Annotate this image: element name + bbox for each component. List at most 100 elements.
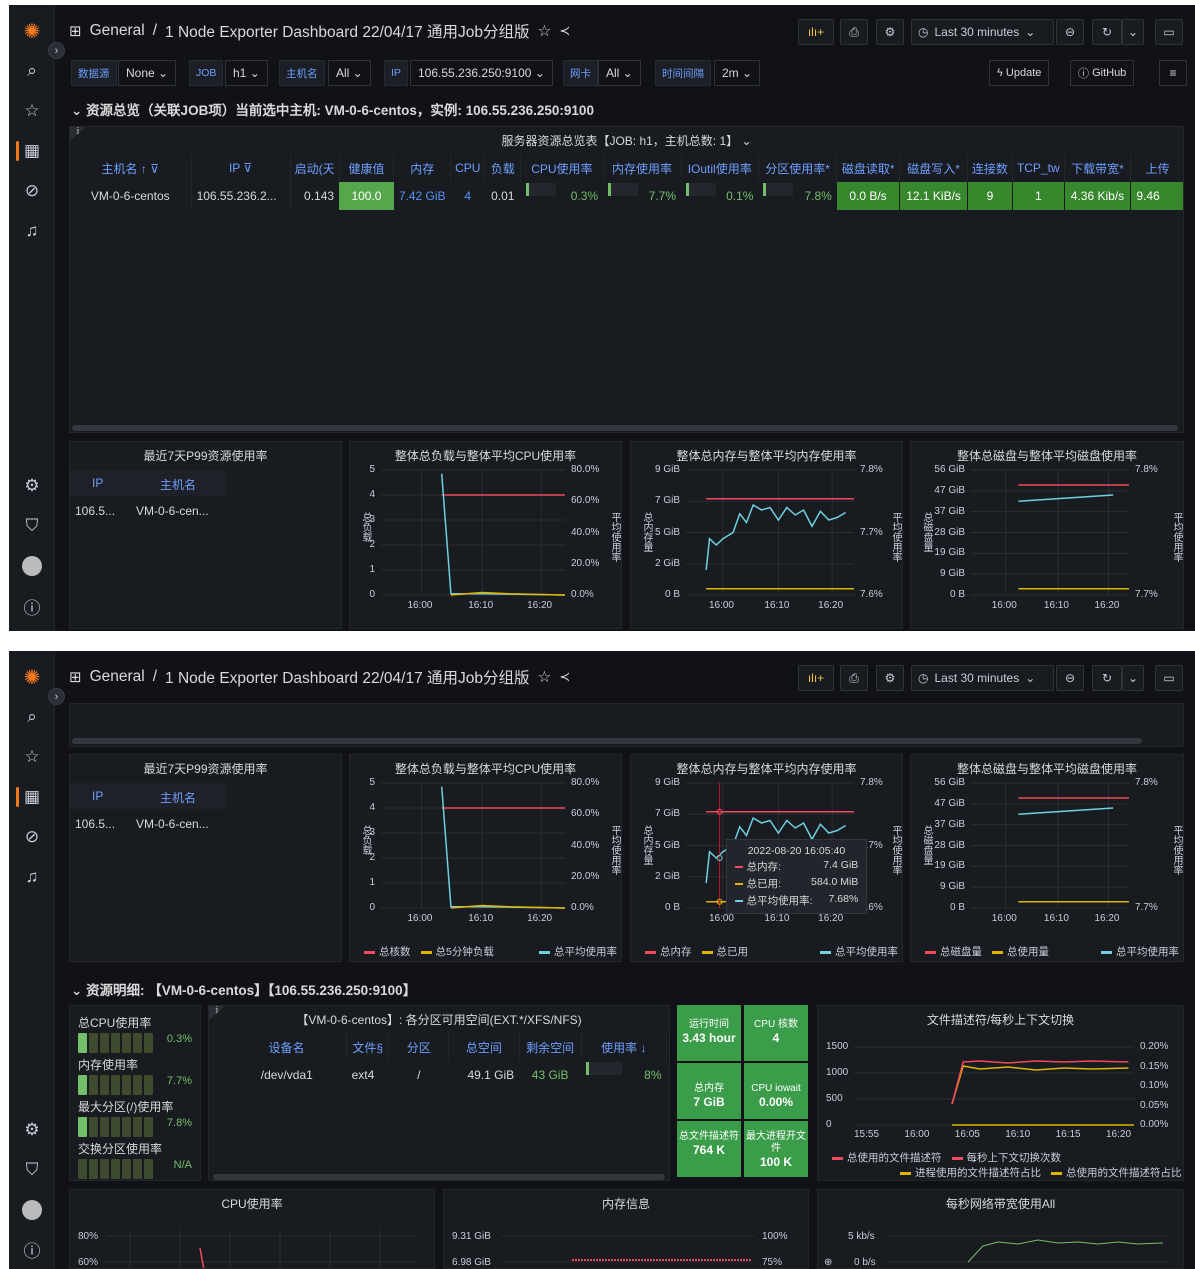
stat-tile[interactable]: CPU iowait 0.00% — [744, 1063, 808, 1119]
collapse-icon[interactable]: ⊕ — [824, 1257, 832, 1268]
col-header[interactable]: IOutil使用率 — [681, 154, 759, 182]
col-header[interactable]: 内存 — [393, 154, 452, 182]
filesystem-title[interactable]: 【VM-0-6-centos】: 各分区可用空间(EXT.*/XFS/NFS) — [209, 1011, 669, 1028]
alerting-icon[interactable]: ♫ — [20, 865, 44, 889]
p99-title[interactable]: 最近7天P99资源使用率 — [70, 447, 341, 464]
legend-item[interactable]: 总使用量 — [992, 944, 1049, 959]
col-header[interactable]: 分区 — [388, 1033, 450, 1061]
var-select-nic[interactable]: All ⌄ — [598, 60, 641, 86]
col-header[interactable]: IP ⊽ — [191, 154, 291, 182]
search-icon[interactable]: ⌕ — [20, 59, 44, 83]
col-header[interactable]: CPU使用率 — [520, 154, 604, 182]
legend-item[interactable]: 每秒上下文切换次数 — [951, 1150, 1061, 1165]
col-header[interactable]: 磁盘读取* — [836, 154, 901, 182]
update-link[interactable]: ϟ Update — [989, 60, 1050, 86]
col-header[interactable]: 下载带宽* — [1064, 154, 1132, 182]
col-header[interactable]: 设备名 — [227, 1033, 348, 1061]
col-header[interactable]: 磁盘写入* — [899, 154, 968, 182]
save-button[interactable]: ⎙ — [840, 19, 868, 45]
var-select-job[interactable]: h1 ⌄ — [225, 60, 268, 86]
menu-button[interactable]: ≡ — [1159, 60, 1187, 86]
legend-item[interactable]: 进程使用的文件描述符占比 — [900, 1165, 1041, 1180]
var-select-interval[interactable]: 2m ⌄ — [714, 60, 761, 86]
explore-icon[interactable]: ⊘ — [20, 179, 44, 203]
var-select-datasource[interactable]: None ⌄ — [118, 60, 177, 86]
col-header[interactable]: 健康值 — [339, 154, 395, 182]
star-icon[interactable]: ☆ — [20, 99, 44, 123]
stat-tile[interactable]: 运行时间 3.43 hour — [677, 1005, 741, 1061]
alerting-icon[interactable]: ♫ — [20, 219, 44, 243]
col-header[interactable]: 主机名 — [160, 476, 196, 493]
user-avatar[interactable] — [22, 556, 42, 576]
horizontal-scrollbar[interactable] — [72, 425, 1178, 431]
configuration-icon[interactable]: ⚙ — [20, 474, 44, 498]
add-panel-button[interactable]: ılı+ — [798, 19, 834, 45]
explore-icon[interactable]: ⊘ — [20, 825, 44, 849]
col-header[interactable]: 分区使用率* — [758, 154, 838, 182]
legend-item[interactable]: 总内存 — [645, 944, 692, 959]
dashboard-title[interactable]: 1 Node Exporter Dashboard 22/04/17 通用Job… — [165, 20, 529, 42]
tv-mode-button[interactable]: ▭ — [1155, 665, 1183, 691]
table-row[interactable]: VM-0-6-centos 106.55.236.2... 0.143 100.… — [70, 182, 1183, 210]
configuration-icon[interactable]: ⚙ — [20, 1118, 44, 1142]
settings-button[interactable]: ⚙ — [876, 19, 904, 45]
var-select-ip[interactable]: 106.55.236.250:9100 ⌄ — [410, 60, 553, 86]
help-icon[interactable]: ⓘ — [20, 594, 44, 618]
col-header[interactable]: 负载 — [484, 154, 522, 182]
user-avatar[interactable] — [22, 1200, 42, 1220]
legend-item[interactable]: 总核数 — [364, 944, 411, 959]
legend-item[interactable]: 总磁盘量 — [925, 944, 982, 959]
refresh-button[interactable]: ↻ — [1092, 665, 1122, 691]
col-header[interactable]: CPU — [450, 154, 486, 182]
time-picker[interactable]: ◷ Last 30 minutes ⌄ — [911, 665, 1054, 691]
overview-row-title[interactable]: ⌄ 资源总览（关联JOB项）当前选中主机: VM-0-6-centos，实例: … — [71, 99, 594, 119]
col-header[interactable]: 内存使用率 — [603, 154, 682, 182]
var-select-hostname[interactable]: All ⌄ — [328, 60, 371, 86]
star-icon[interactable]: ☆ — [538, 22, 552, 41]
sidebar-expand-button[interactable]: › — [48, 42, 65, 59]
stat-tile[interactable]: 最大进程开文件 100 K — [744, 1121, 808, 1177]
shield-icon[interactable]: ⛉ — [20, 1158, 44, 1182]
refresh-button[interactable]: ↻ — [1092, 19, 1122, 45]
col-header[interactable]: 主机名 — [160, 789, 196, 806]
time-picker[interactable]: ◷ Last 30 minutes ⌄ — [911, 19, 1054, 45]
refresh-interval-button[interactable]: ⌄ — [1122, 665, 1144, 691]
legend-item[interactable]: 总已用 — [701, 944, 748, 959]
settings-button[interactable]: ⚙ — [876, 665, 904, 691]
col-header[interactable]: 剩余空间 — [519, 1033, 582, 1061]
col-header[interactable]: TCP_tw — [1012, 154, 1065, 182]
breadcrumb-folder[interactable]: General — [90, 668, 145, 686]
search-icon[interactable]: ⌕ — [20, 705, 44, 729]
save-button[interactable]: ⎙ — [840, 665, 868, 691]
zoom-out-button[interactable]: ⊖ — [1056, 19, 1084, 45]
star-icon[interactable]: ☆ — [538, 668, 552, 687]
col-header[interactable]: 文件§ — [346, 1033, 390, 1061]
horizontal-scrollbar[interactable] — [213, 1174, 665, 1180]
col-header[interactable]: 使用率 ↓ — [581, 1033, 668, 1061]
legend-item[interactable]: 总使用的文件描述符占比 — [1051, 1165, 1182, 1180]
legend-item[interactable]: 总平均使用率 — [1101, 944, 1179, 959]
stat-tile[interactable]: 总内存 7 GiB — [677, 1063, 741, 1119]
col-header[interactable]: 连接数 — [967, 154, 1013, 182]
dashboard-title[interactable]: 1 Node Exporter Dashboard 22/04/17 通用Job… — [165, 666, 529, 688]
stat-tile[interactable]: CPU 核数 4 — [744, 1005, 808, 1061]
tv-mode-button[interactable]: ▭ — [1155, 19, 1183, 45]
share-icon[interactable]: ≺ — [559, 669, 570, 685]
breadcrumb-folder[interactable]: General — [90, 22, 145, 40]
star-icon[interactable]: ☆ — [20, 745, 44, 769]
horizontal-scrollbar[interactable] — [72, 738, 1142, 744]
legend-item[interactable]: 总5分钟负载 — [420, 944, 494, 959]
legend-item[interactable]: 总平均使用率 — [539, 944, 617, 959]
col-header[interactable]: IP — [92, 476, 103, 490]
shield-icon[interactable]: ⛉ — [20, 514, 44, 538]
stat-tile[interactable]: 总文件描述符 764 K — [677, 1121, 741, 1177]
detail-row-title[interactable]: ⌄ 资源明细: 【VM-0-6-centos】【106.55.236.250:9… — [71, 979, 416, 999]
legend-item[interactable]: 总平均使用率 — [820, 944, 898, 959]
dashboards-icon[interactable]: ▦ — [20, 139, 44, 163]
col-header[interactable]: IP — [92, 789, 103, 803]
table-row[interactable]: /dev/vda1 ext4 / 49.1 GiB 43 GiB 8% — [227, 1061, 667, 1089]
grafana-logo-icon[interactable]: ✺ — [20, 19, 44, 43]
col-header[interactable]: 上传 — [1130, 154, 1183, 182]
add-panel-button[interactable]: ılı+ — [798, 665, 834, 691]
refresh-interval-button[interactable]: ⌄ — [1122, 19, 1144, 45]
